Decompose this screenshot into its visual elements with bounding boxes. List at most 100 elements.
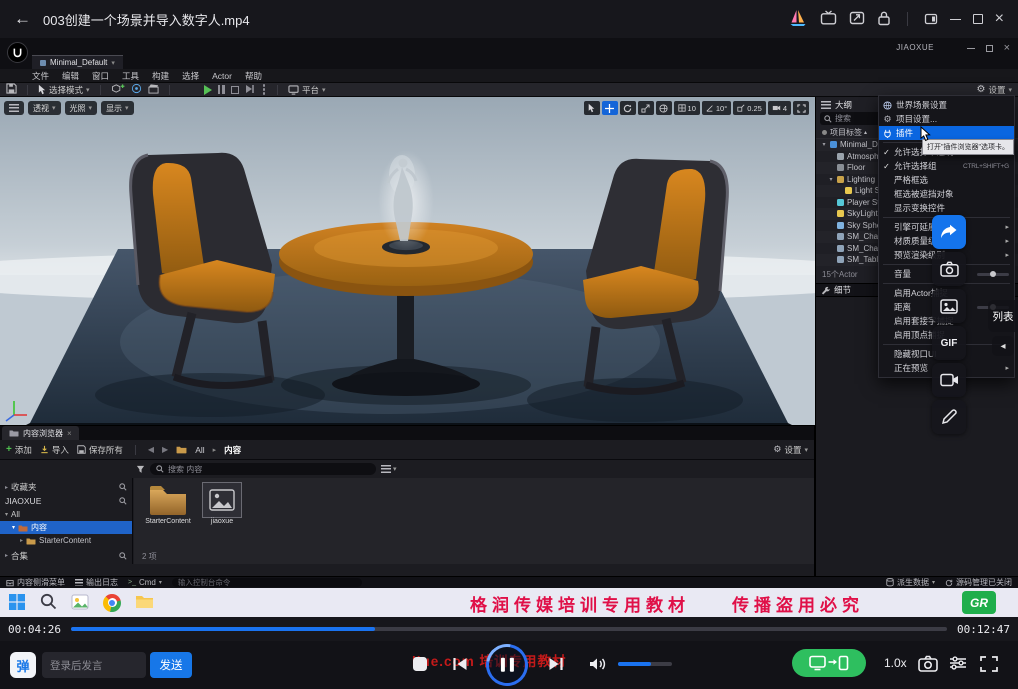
maximize-viewport-icon[interactable] [793,101,809,115]
lock-icon[interactable] [877,10,891,28]
screenshot-button[interactable] [918,655,938,674]
mini-mode-icon[interactable] [924,12,938,26]
platforms-dropdown[interactable]: 平台 ▾ [288,84,326,96]
menu-help[interactable]: 帮助 [245,70,262,82]
scale-tool-icon[interactable] [638,101,654,115]
tree-item-startercontent[interactable]: ▸ StarterContent [0,534,132,547]
menu-select[interactable]: 选择 [182,70,199,82]
annotate-capture-button[interactable] [932,400,966,434]
screen-cast-button[interactable] [792,649,866,677]
audio-settings-button[interactable] [948,655,968,673]
select-mode-dropdown[interactable]: 选择模式 ▾ [38,84,90,96]
project-section[interactable]: JIAOXUE [0,494,132,508]
derived-data-button[interactable]: 派生数据 ▾ [886,577,935,588]
menu-item-box-select-occluded[interactable]: 框选被遮挡对象 [879,187,1014,201]
previous-button[interactable] [451,656,469,674]
search-icon[interactable] [119,483,127,491]
skip-icon[interactable] [245,84,255,96]
breadcrumb-root[interactable]: All [195,445,204,455]
menu-item-allow-group-selection[interactable]: ✓允许选择组CTRL+SHIFT+G [879,159,1014,173]
stop-button[interactable] [410,654,430,676]
menu-window[interactable]: 窗口 [92,70,109,82]
menu-item-project-settings[interactable]: ⚙项目设置... [879,112,1014,126]
share-capture-button[interactable] [932,215,966,249]
screenshot-capture-button[interactable] [932,289,966,323]
viewport-menu-icon[interactable] [4,101,24,115]
grid-snap-badge[interactable]: 10 [674,101,700,115]
volume-slider[interactable] [618,662,672,666]
viewport-perspective-dropdown[interactable]: 透视▾ [28,101,61,115]
camera-speed-badge[interactable]: 4 [768,101,791,115]
stop-frame-icon[interactable] [231,86,239,94]
menu-item-plugins[interactable]: 插件 [879,126,1014,140]
save-icon[interactable] [6,83,17,96]
close-tab-icon[interactable]: × [67,429,72,438]
back-button[interactable]: ← [14,9,31,29]
play-icon[interactable] [204,85,212,95]
menu-edit[interactable]: 编辑 [62,70,79,82]
ue-maximize-button[interactable] [986,45,993,52]
ue-minimize-button[interactable] [967,48,975,49]
taskbar-search-icon[interactable] [40,593,57,612]
menu-tools[interactable]: 工具 [122,70,139,82]
rotate-tool-icon[interactable] [620,101,636,115]
blueprints-icon[interactable] [131,83,142,96]
select-tool-icon[interactable] [584,101,600,115]
menu-item-world-settings[interactable]: 世界场景设置 [879,98,1014,112]
console-input[interactable]: 输入控制台命令 [172,578,362,587]
tree-item-content[interactable]: ▾ 内容 [0,521,132,534]
volume-icon[interactable] [588,655,608,675]
danmaku-toggle[interactable]: 弹 [10,652,36,678]
tree-item-all[interactable]: ▾ All [0,508,132,521]
speed-button[interactable]: 1.0x [884,656,907,670]
close-button[interactable]: × [995,10,1004,28]
kebab-menu-icon[interactable] [263,88,266,91]
level-tab-menu-icon[interactable]: ▾ [111,59,115,67]
menu-item-strict-box-selection[interactable]: 严格框选 [879,173,1014,187]
menu-build[interactable]: 构建 [152,70,169,82]
danmaku-input[interactable]: 登录后发言 [42,652,146,678]
asset-tile-jiaoxue[interactable]: jiaoxue [198,482,246,525]
player-logo-icon[interactable] [788,9,808,29]
filter-icon[interactable] [136,465,145,474]
cinematics-icon[interactable] [148,83,159,96]
pause-icon[interactable] [218,85,225,94]
volume-slider[interactable] [977,273,1009,276]
favorites-section[interactable]: ▸ 收藏夹 [0,480,132,494]
settings-dropdown-button[interactable]: ⚙ 设置 ▾ [977,84,1013,96]
viewport-lit-dropdown[interactable]: 光照▾ [65,101,98,115]
view-options-icon[interactable]: ▾ [381,465,397,473]
file-explorer-icon[interactable] [135,594,154,612]
nav-forward-icon[interactable]: ▶ [162,445,168,454]
search-icon[interactable] [119,552,127,560]
import-button[interactable]: 导入 [40,444,69,456]
camera-capture-button[interactable] [932,252,966,286]
cmd-dropdown[interactable]: >_ Cmd ▾ [128,578,162,587]
gif-capture-button[interactable]: GIF [932,326,966,360]
playlist-collapse-button[interactable]: ◂ [992,336,1014,356]
source-control-button[interactable]: 源码管理已关闭 [945,577,1012,588]
viewport-show-dropdown[interactable]: 显示▾ [101,101,134,115]
search-icon[interactable] [119,497,127,505]
add-button[interactable]: +添加 [6,444,32,456]
send-button[interactable]: 发送 [150,652,192,678]
playlist-tab[interactable]: 列表 [988,300,1018,332]
menu-file[interactable]: 文件 [32,70,49,82]
content-browser-tab[interactable]: 内容浏览器 × [2,426,79,440]
record-capture-button[interactable] [932,363,966,397]
photos-icon[interactable] [71,593,89,613]
menu-actor[interactable]: Actor [212,71,232,81]
play-pause-button[interactable] [478,636,536,689]
cb-search-input[interactable]: 搜索 内容 [150,463,376,475]
rotation-snap-badge[interactable]: 10° [702,101,731,115]
asset-tile-startercontent[interactable]: StarterContent [142,484,194,525]
move-tool-icon[interactable] [602,101,618,115]
breadcrumb-current[interactable]: 内容 [224,444,241,456]
cb-settings-button[interactable]: ⚙ 设置 ▾ [773,444,808,456]
nav-back-icon[interactable]: ◀ [148,445,154,454]
ue-level-tab[interactable]: Minimal_Default ▾ [32,55,123,69]
collections-section[interactable]: ▸ 合集 [0,549,132,562]
fullscreen-button[interactable] [980,656,998,674]
ue-close-button[interactable]: × [1004,42,1010,54]
viewport[interactable]: 透视▾ 光照▾ 显示▾ 10 10° 0.25 4 [0,97,815,425]
